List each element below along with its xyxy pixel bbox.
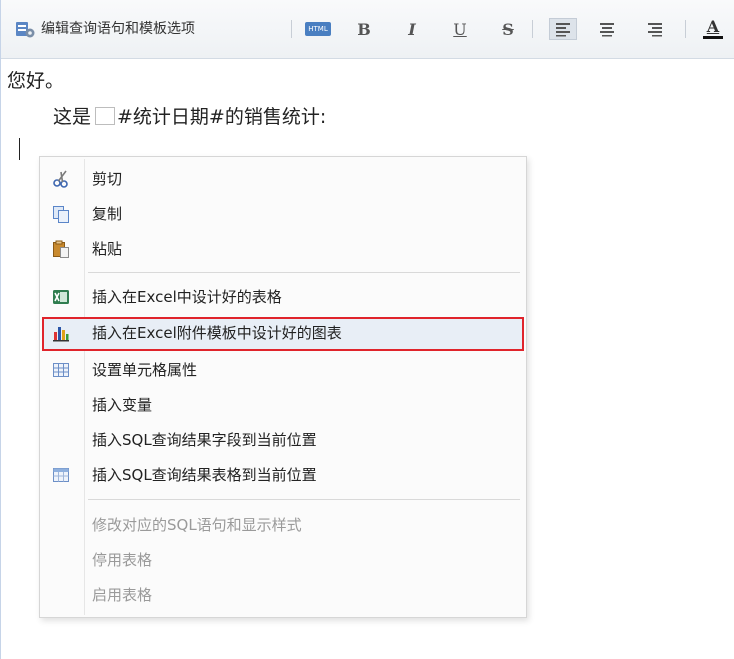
menu-item-label: 剪切 — [92, 170, 123, 188]
table-icon — [53, 468, 69, 482]
menu-item-label: 修改对应的SQL语句和显示样式 — [92, 516, 302, 534]
menu-item-label: 插入SQL查询结果表格到当前位置 — [92, 466, 317, 484]
scissors-icon — [53, 170, 68, 188]
edit-query-button[interactable]: 编辑查询语句和模板选项 — [41, 18, 195, 40]
font-color-swatch — [703, 36, 723, 39]
chart-icon — [53, 327, 69, 342]
report-line: 这是 #统计日期#的销售统计: — [53, 102, 326, 129]
bold-button[interactable]: B — [351, 18, 377, 40]
menu-item-label: 插入在Excel中设计好的表格 — [92, 288, 282, 306]
report-line-prefix: 这是 — [53, 106, 92, 128]
menu-item-label: 插入SQL查询结果字段到当前位置 — [92, 431, 317, 449]
menu-item-label: 插入在Excel附件模板中设计好的图表 — [92, 324, 342, 342]
menu-item-cell-properties[interactable]: 设置单元格属性 — [42, 354, 524, 386]
align-left-button[interactable] — [549, 18, 577, 40]
paste-icon — [53, 240, 69, 258]
toolbar-divider — [291, 20, 292, 38]
menu-separator — [88, 272, 520, 273]
align-right-icon — [648, 23, 662, 37]
excel-icon — [53, 290, 69, 304]
editor-frame: 编辑查询语句和模板选项 HTML B I U S A 您好。 这是 #统计日期#… — [0, 0, 734, 659]
italic-button[interactable]: I — [399, 18, 425, 40]
menu-separator — [88, 499, 520, 500]
report-line-variable: #统计日期#的销售统计: — [117, 106, 327, 128]
align-center-button[interactable] — [593, 18, 621, 40]
underline-button[interactable]: U — [447, 18, 473, 40]
html-source-button[interactable]: HTML — [305, 18, 331, 40]
menu-item-cut[interactable]: 剪切 — [42, 163, 524, 195]
menu-item-edit-sql: 修改对应的SQL语句和显示样式 — [42, 509, 524, 541]
toolbar: 编辑查询语句和模板选项 HTML B I U S A — [1, 0, 734, 59]
menu-item-label: 设置单元格属性 — [92, 361, 198, 379]
align-right-button[interactable] — [641, 18, 669, 40]
menu-item-insert-excel-table[interactable]: 插入在Excel中设计好的表格 — [42, 281, 524, 313]
text-caret — [19, 138, 20, 160]
strikethrough-button[interactable]: S — [495, 18, 521, 40]
menu-item-label: 复制 — [92, 205, 123, 223]
toolbar-divider — [685, 20, 686, 38]
query-settings-icon[interactable] — [13, 18, 37, 40]
menu-item-label: 插入变量 — [92, 396, 153, 414]
menu-item-insert-sql-field[interactable]: 插入SQL查询结果字段到当前位置 — [42, 424, 524, 456]
variable-placeholder-icon[interactable] — [95, 106, 116, 125]
menu-item-label: 停用表格 — [92, 551, 153, 569]
menu-item-label: 启用表格 — [92, 586, 153, 604]
menu-item-enable-table: 启用表格 — [42, 579, 524, 611]
table-cell-icon — [53, 363, 69, 377]
menu-item-insert-excel-chart[interactable]: 插入在Excel附件模板中设计好的图表 — [42, 317, 524, 351]
greeting-text: 您好。 — [7, 70, 65, 92]
menu-item-insert-variable[interactable]: 插入变量 — [42, 389, 524, 421]
align-left-icon — [556, 23, 570, 37]
menu-item-insert-sql-table[interactable]: 插入SQL查询结果表格到当前位置 — [42, 459, 524, 491]
menu-item-paste[interactable]: 粘贴 — [42, 233, 524, 265]
align-center-icon — [600, 23, 614, 37]
copy-icon — [53, 206, 69, 223]
font-color-button[interactable]: A — [699, 18, 727, 40]
menu-item-copy[interactable]: 复制 — [42, 198, 524, 230]
toolbar-divider — [532, 20, 533, 38]
context-menu: 剪切 复制 粘贴 插入在Excel中设计好的表格 插入在Excel附件模板中设计… — [39, 156, 527, 618]
menu-item-label: 粘贴 — [92, 240, 123, 258]
menu-item-disable-table: 停用表格 — [42, 544, 524, 576]
